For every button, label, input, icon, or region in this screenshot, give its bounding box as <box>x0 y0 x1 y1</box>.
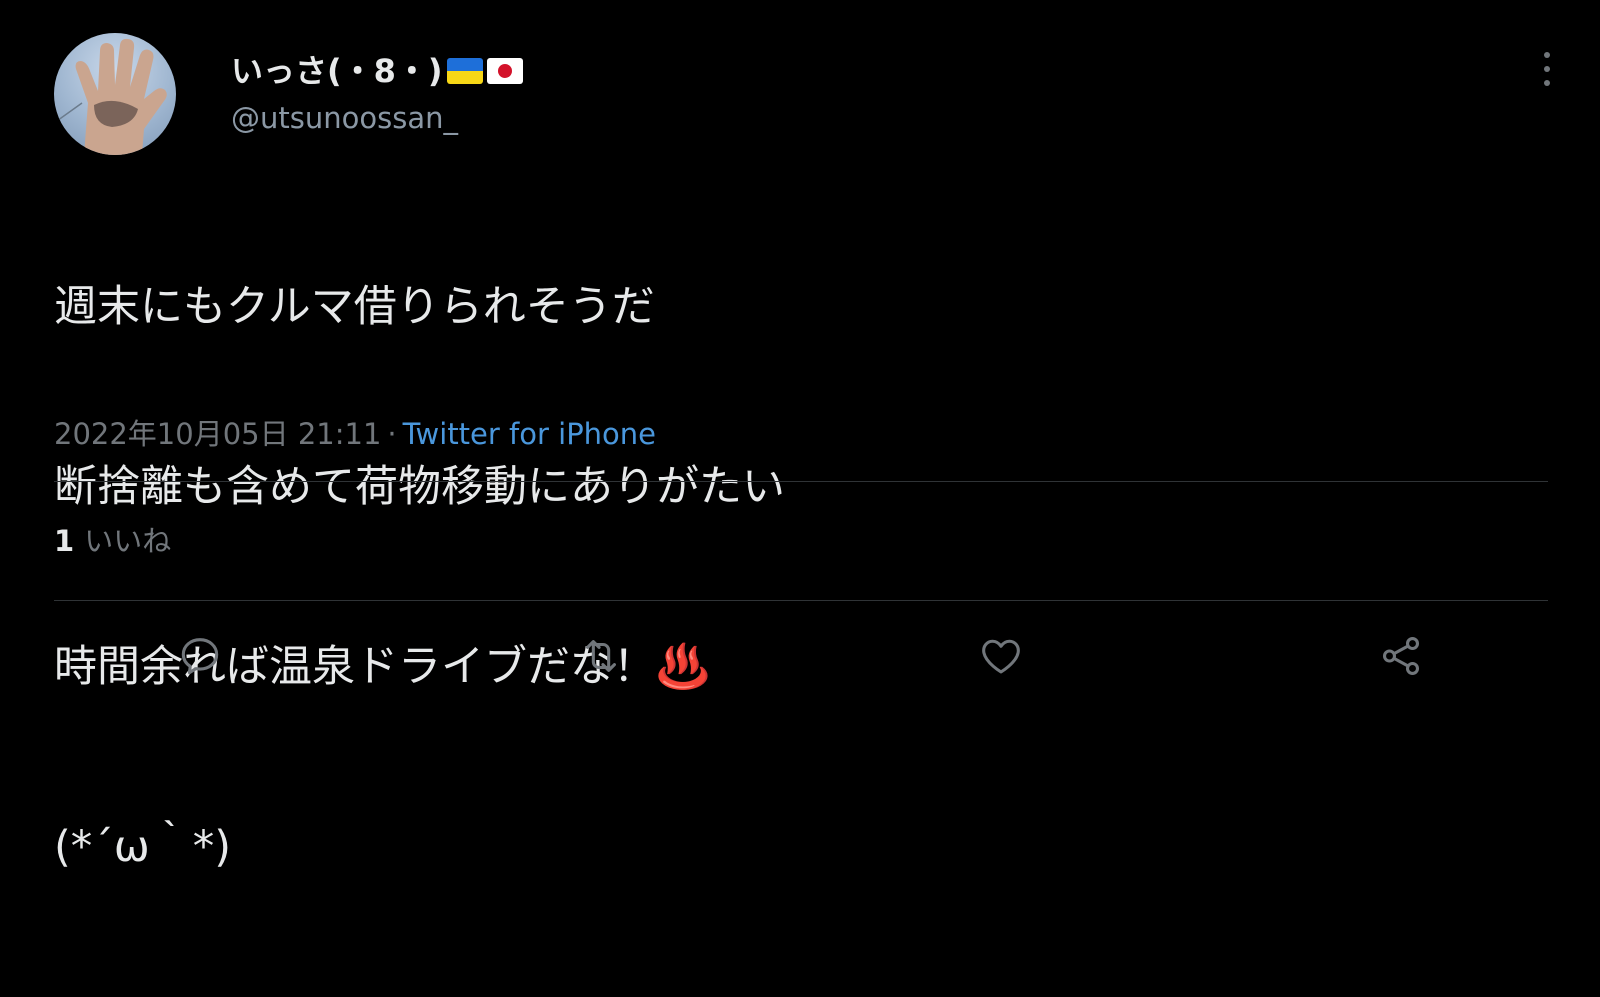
meta-separator: · <box>387 417 397 451</box>
tweet-timestamp[interactable]: 2022年10月05日 21:11 <box>54 417 381 451</box>
likes-stat[interactable]: 1 いいね <box>54 521 171 561</box>
display-name-text: いっさ(・8・) <box>231 52 443 90</box>
like-button[interactable] <box>973 628 1029 684</box>
tweet-action-bar <box>0 628 1600 684</box>
more-options-button[interactable] <box>1540 52 1554 86</box>
tweet-metadata: 2022年10月05日 21:11 · Twitter for iPhone <box>54 414 656 454</box>
user-handle[interactable]: @utsunoossan_ <box>231 98 523 138</box>
tweet-author[interactable]: いっさ(・8・) @utsunoossan_ <box>231 50 523 138</box>
ukraine-flag-icon <box>446 58 483 84</box>
tweet-text-line: 断捨離も含めて荷物移動にありがたい <box>54 462 785 512</box>
retweet-icon <box>586 640 616 672</box>
tweet-detail: いっさ(・8・) @utsunoossan_ 週末にもクルマ借りられそうだ 断捨… <box>0 0 1600 872</box>
more-dot-icon <box>1544 52 1550 58</box>
display-name[interactable]: いっさ(・8・) <box>231 50 523 92</box>
tweet-text: 週末にもクルマ借りられそうだ 断捨離も含めて荷物移動にありがたい 時間余れば温泉… <box>54 157 785 997</box>
heart-icon <box>982 639 1020 674</box>
tweet-text-line: (*´ω｀*) <box>54 822 232 872</box>
share-icon <box>1382 637 1420 675</box>
japan-flag-icon <box>486 58 523 84</box>
divider <box>54 481 1548 482</box>
hand-photo-icon <box>54 38 167 155</box>
likes-label: いいね <box>84 524 172 558</box>
retweet-button[interactable] <box>573 628 629 684</box>
tweet-source-link[interactable]: Twitter for iPhone <box>403 417 656 451</box>
divider <box>54 600 1548 601</box>
avatar[interactable] <box>54 33 176 155</box>
reply-icon <box>181 638 219 675</box>
more-dot-icon <box>1544 66 1550 72</box>
reply-button[interactable] <box>172 628 228 684</box>
likes-count: 1 <box>54 524 75 558</box>
more-dot-icon <box>1544 80 1550 86</box>
tweet-text-line: 週末にもクルマ借りられそうだ <box>54 282 655 332</box>
share-button[interactable] <box>1373 628 1429 684</box>
